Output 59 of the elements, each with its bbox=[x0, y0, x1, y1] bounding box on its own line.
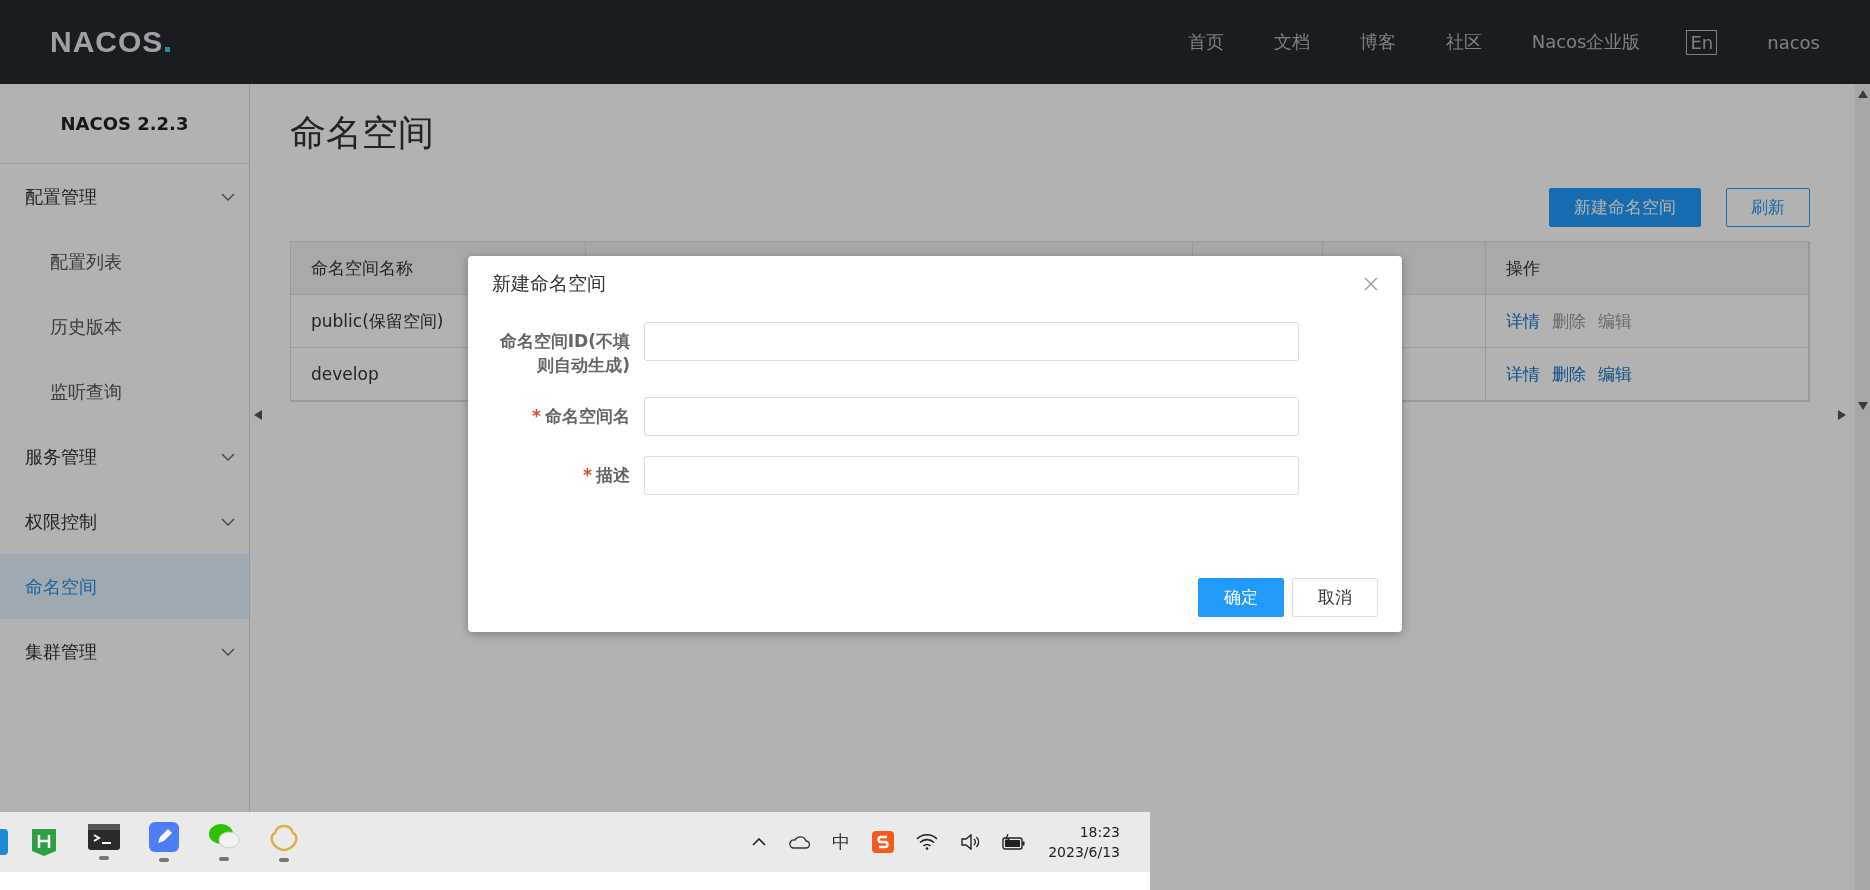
input-method-indicator[interactable]: 中 bbox=[832, 830, 851, 854]
date-text: 2023/6/13 bbox=[1048, 843, 1120, 862]
refresh-button[interactable]: 刷新 bbox=[1726, 188, 1810, 227]
volume-icon[interactable] bbox=[960, 834, 981, 850]
clock[interactable]: 18:23 2023/6/13 bbox=[1048, 822, 1120, 862]
nav-link[interactable]: 文档 bbox=[1273, 30, 1310, 54]
input-field[interactable] bbox=[644, 397, 1299, 436]
action-link[interactable]: 详情 bbox=[1506, 309, 1540, 333]
scroll-down-icon[interactable] bbox=[1857, 402, 1868, 410]
chevron-down-icon bbox=[221, 192, 235, 201]
action-link[interactable]: 删除 bbox=[1552, 362, 1586, 386]
input-field[interactable] bbox=[644, 322, 1299, 361]
chevron-down-icon bbox=[221, 647, 235, 656]
nav-link[interactable]: Nacos企业版 bbox=[1531, 30, 1641, 54]
chevron-down-icon bbox=[221, 517, 235, 526]
input-field[interactable] bbox=[644, 456, 1299, 495]
sidebar-item[interactable]: 配置管理 bbox=[0, 164, 249, 229]
cancel-button[interactable]: 取消 bbox=[1292, 578, 1378, 617]
field-label: * 描述 bbox=[582, 464, 631, 487]
page-title: 命名空间 bbox=[290, 111, 435, 155]
sidebar-label: 集群管理 bbox=[25, 639, 97, 664]
nav-link[interactable]: 首页 bbox=[1187, 30, 1224, 54]
sidebar-item[interactable]: 命名空间 bbox=[0, 554, 249, 619]
sidebar-label: 服务管理 bbox=[25, 444, 97, 469]
logo: NACOS bbox=[50, 25, 171, 59]
sogou-icon[interactable] bbox=[872, 831, 895, 853]
sidebar-item[interactable]: 集群管理 bbox=[0, 619, 249, 684]
field-label: * 命名空间名 bbox=[531, 405, 631, 428]
sidebar-item[interactable]: 服务管理 bbox=[0, 424, 249, 489]
terminal-icon[interactable] bbox=[88, 824, 120, 850]
battery-icon[interactable] bbox=[1002, 834, 1027, 850]
chevron-up-icon[interactable] bbox=[752, 838, 767, 846]
column-header: 操作 bbox=[1486, 242, 1809, 295]
action-link[interactable]: 编辑 bbox=[1598, 362, 1632, 386]
sidebar-subitem[interactable]: 监听查询 bbox=[0, 359, 249, 424]
sidebar-label: 命名空间 bbox=[25, 574, 97, 599]
confirm-button[interactable]: 确定 bbox=[1198, 578, 1284, 617]
nav-link[interactable]: 博客 bbox=[1359, 30, 1396, 54]
sidebar-label: 权限控制 bbox=[25, 509, 97, 534]
scroll-up-icon[interactable] bbox=[1857, 90, 1868, 98]
sidebar-subitem[interactable]: 配置列表 bbox=[0, 229, 249, 294]
nav-link[interactable]: nacos bbox=[1767, 31, 1820, 53]
hbuilder-icon[interactable] bbox=[30, 827, 58, 857]
pen-icon[interactable] bbox=[149, 822, 179, 852]
close-icon[interactable] bbox=[1364, 277, 1378, 291]
time-text: 18:23 bbox=[1079, 823, 1120, 842]
nav-link[interactable]: 社区 bbox=[1445, 30, 1482, 54]
sidebar-subitem[interactable]: 历史版本 bbox=[0, 294, 249, 359]
scroll-right-icon[interactable] bbox=[1838, 410, 1846, 420]
sidebar-item[interactable]: 权限控制 bbox=[0, 489, 249, 554]
chevron-down-icon bbox=[221, 452, 235, 461]
cloud-icon[interactable] bbox=[788, 835, 811, 849]
language-toggle[interactable]: En bbox=[1686, 29, 1718, 55]
version-label: NACOS 2.2.3 bbox=[0, 84, 249, 164]
create-button[interactable]: 新建命名空间 bbox=[1549, 188, 1701, 227]
action-link[interactable]: 详情 bbox=[1506, 362, 1540, 386]
sidebar-label: 配置管理 bbox=[25, 184, 97, 209]
wifi-icon[interactable] bbox=[916, 834, 939, 850]
scroll-left-icon[interactable] bbox=[254, 410, 262, 420]
